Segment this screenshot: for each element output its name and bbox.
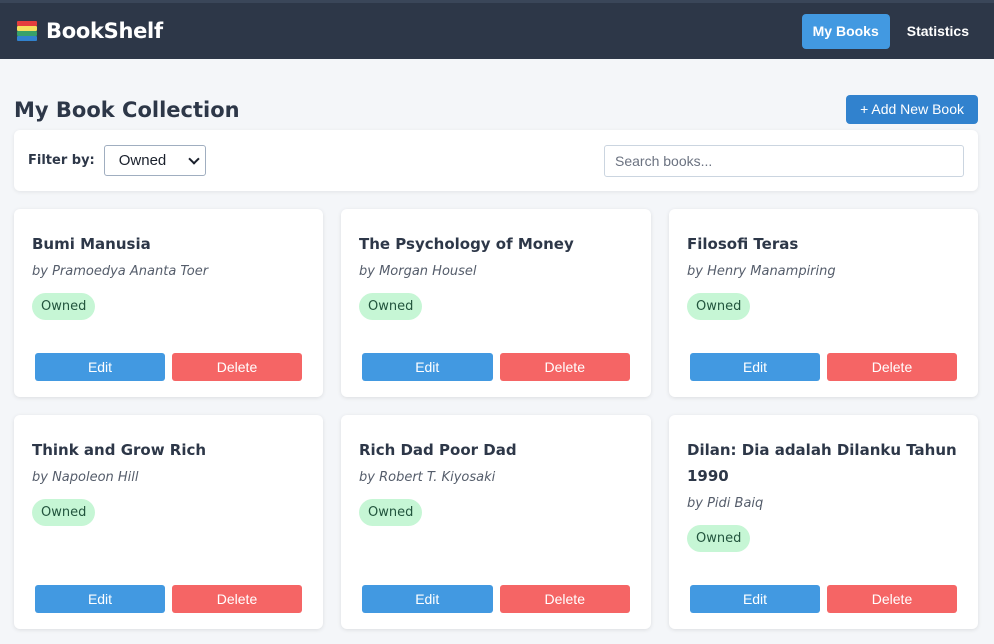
book-title: Rich Dad Poor Dad <box>359 441 517 459</box>
status-badge: Owned <box>359 499 423 526</box>
book-author: by Henry Manampiring <box>687 264 836 279</box>
delete-button[interactable]: Delete <box>827 353 957 381</box>
card-actions: Edit Delete <box>687 353 960 381</box>
book-author: by Napoleon Hill <box>32 470 139 485</box>
filter-select[interactable]: Owned <box>103 145 206 176</box>
status-badge: Owned <box>32 499 96 526</box>
book-card: Filosofi Teras by Henry Manampiring Owne… <box>669 209 978 397</box>
status-badge: Owned <box>32 293 96 320</box>
books-stack-icon <box>16 20 38 42</box>
delete-button[interactable]: Delete <box>499 585 630 613</box>
navbar: BookShelf My Books Statistics <box>0 0 994 59</box>
book-title: Think and Grow Rich <box>32 441 207 459</box>
edit-button[interactable]: Edit <box>35 353 165 381</box>
delete-button[interactable]: Delete <box>172 585 302 613</box>
status-badge: Owned <box>687 293 751 320</box>
main-nav: My Books Statistics <box>801 13 980 49</box>
edit-button[interactable]: Edit <box>362 353 493 381</box>
book-card: Bumi Manusia by Pramoedya Ananta Toer Ow… <box>14 209 323 397</box>
card-actions: Edit Delete <box>359 353 633 381</box>
book-author: by Morgan Housel <box>359 264 477 279</box>
delete-button[interactable]: Delete <box>827 585 957 613</box>
book-author: by Robert T. Kiyosaki <box>359 470 496 485</box>
card-actions: Edit Delete <box>359 585 633 613</box>
book-card: The Psychology of Money by Morgan Housel… <box>341 209 651 397</box>
app-title: BookShelf <box>46 19 163 43</box>
book-card: Dilan: Dia adalah Dilanku Tahun 1990 by … <box>669 415 978 629</box>
filter-bar: Filter by: Owned <box>14 130 978 191</box>
delete-button[interactable]: Delete <box>499 353 630 381</box>
edit-button[interactable]: Edit <box>362 585 493 613</box>
book-author: by Pidi Baiq <box>687 496 764 511</box>
nav-statistics[interactable]: Statistics <box>896 14 980 49</box>
book-card: Rich Dad Poor Dad by Robert T. Kiyosaki … <box>341 415 651 629</box>
card-actions: Edit Delete <box>32 353 305 381</box>
edit-button[interactable]: Edit <box>690 353 820 381</box>
filter-selected-value: Owned <box>118 152 167 169</box>
edit-button[interactable]: Edit <box>35 585 165 613</box>
book-title: Filosofi Teras <box>687 235 799 253</box>
card-actions: Edit Delete <box>687 585 960 613</box>
book-grid-row: Think and Grow Rich by Napoleon Hill Own… <box>0 397 994 629</box>
book-title: The Psychology of Money <box>359 235 574 253</box>
nav-my-books[interactable]: My Books <box>801 13 890 49</box>
chevron-down-icon <box>188 152 200 165</box>
edit-button[interactable]: Edit <box>690 585 820 613</box>
page-header: My Book Collection + Add New Book <box>0 59 994 129</box>
filter-label: Filter by: <box>28 153 95 168</box>
book-card: Think and Grow Rich by Napoleon Hill Own… <box>14 415 323 629</box>
status-badge: Owned <box>359 293 423 320</box>
delete-button[interactable]: Delete <box>172 353 302 381</box>
book-title: Dilan: Dia adalah Dilanku Tahun 1990 <box>687 441 957 485</box>
book-author: by Pramoedya Ananta Toer <box>32 264 209 279</box>
book-grid-row: Bumi Manusia by Pramoedya Ananta Toer Ow… <box>0 191 994 397</box>
page-title: My Book Collection <box>14 98 240 122</box>
card-actions: Edit Delete <box>32 585 305 613</box>
status-badge: Owned <box>687 525 751 552</box>
brand[interactable]: BookShelf <box>16 19 163 43</box>
book-grid: Bumi Manusia by Pramoedya Ananta Toer Ow… <box>0 191 994 629</box>
search-input[interactable] <box>604 144 964 177</box>
add-book-button[interactable]: + Add New Book <box>846 94 978 124</box>
book-title: Bumi Manusia <box>32 235 151 253</box>
